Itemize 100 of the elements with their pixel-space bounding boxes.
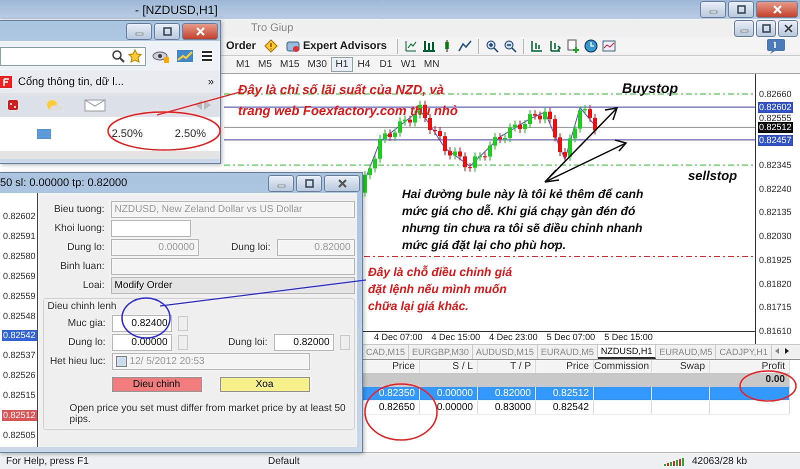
mail-icon[interactable] bbox=[84, 98, 106, 112]
price-label: 0.82559 bbox=[2, 290, 37, 302]
status-text: 42063/28 kb bbox=[691, 456, 748, 467]
menu-icon[interactable] bbox=[200, 49, 214, 63]
field-label: Khoi luong: bbox=[54, 222, 105, 234]
order-button[interactable]: Order bbox=[222, 38, 260, 55]
timeframe-button[interactable]: H1 bbox=[330, 57, 353, 72]
bookmark-icon[interactable] bbox=[0, 76, 12, 88]
column-header[interactable]: Swap bbox=[652, 360, 710, 373]
add-indicator-icon[interactable] bbox=[566, 39, 580, 54]
chart-tab[interactable]: NZDUSD,H1 bbox=[598, 345, 656, 359]
expiry-checkbox[interactable] bbox=[116, 356, 127, 366]
column-header[interactable]: T / P bbox=[478, 360, 536, 373]
column-header[interactable]: Profit bbox=[710, 360, 790, 373]
rate-value: 2.50% bbox=[174, 128, 206, 140]
column-header[interactable]: S / L bbox=[420, 360, 478, 373]
close-icon bbox=[338, 178, 346, 188]
table-cell: 0.00000 bbox=[420, 387, 478, 400]
dialog-title: 50 sl: 0.00000 tp: 0.82000 bbox=[0, 177, 128, 189]
autoscroll-icon[interactable] bbox=[548, 39, 562, 54]
field-label: Muc gia: bbox=[66, 318, 106, 328]
close-button[interactable] bbox=[324, 174, 360, 192]
maximize-button[interactable] bbox=[296, 174, 322, 192]
table-cell: 0.82512 bbox=[536, 387, 594, 400]
close-button[interactable] bbox=[756, 1, 798, 18]
order-type-select[interactable]: Modify Order bbox=[110, 276, 355, 294]
timeframe-button[interactable]: M5 bbox=[254, 57, 276, 72]
group-title: Dieu chinh lenh bbox=[48, 301, 116, 312]
field-label: Dung loi: bbox=[230, 242, 271, 252]
zoom-in-icon[interactable] bbox=[484, 39, 499, 54]
price-label: 0.82526 bbox=[2, 370, 37, 382]
timeframe-button[interactable]: W1 bbox=[396, 57, 420, 72]
price-label: 0.82135 bbox=[758, 207, 793, 218]
price-label: 0.82548 bbox=[2, 310, 37, 322]
expert-advisors-button[interactable]: Expert Advisors bbox=[282, 38, 391, 55]
field-label: Het hieu luc: bbox=[48, 356, 106, 366]
column-header[interactable]: Commission bbox=[594, 360, 652, 373]
close-button[interactable] bbox=[182, 22, 218, 40]
field-label: Dung lo: bbox=[67, 336, 106, 348]
template-icon[interactable] bbox=[602, 39, 616, 54]
bookmark-link[interactable]: Cổng thông tin, dữ l... bbox=[18, 76, 124, 88]
column-header[interactable]: Price bbox=[536, 360, 594, 373]
price-label: 0.82537 bbox=[2, 350, 37, 362]
modify-button[interactable]: Dieu chinh bbox=[112, 376, 202, 392]
price-label: 0.82240 bbox=[758, 184, 793, 195]
horizontal-scrollbar[interactable] bbox=[0, 151, 220, 159]
annotation-ellipse bbox=[739, 370, 797, 402]
price-label: 0.82660 bbox=[758, 89, 793, 100]
annotation-text: Buystop bbox=[622, 79, 679, 98]
price-label: 0.82505 bbox=[2, 430, 37, 441]
timeframe-button[interactable]: M1 bbox=[232, 57, 254, 72]
chart-icon[interactable] bbox=[176, 49, 194, 63]
close-icon bbox=[784, 24, 792, 33]
chart-shift-icon[interactable] bbox=[530, 39, 544, 54]
stop-loss-field[interactable]: 0.00000 bbox=[112, 334, 172, 350]
maximize-button[interactable] bbox=[728, 1, 754, 18]
search-icon[interactable] bbox=[111, 49, 125, 63]
profit-total: 0.00 bbox=[710, 373, 790, 386]
field-label: Dung loi: bbox=[227, 336, 268, 348]
delete-button[interactable]: Xoa bbox=[220, 376, 310, 392]
timeframe-button[interactable]: D1 bbox=[374, 57, 397, 72]
time-label: 5 Dec 07:00 bbox=[546, 332, 596, 344]
chart-lines-icon[interactable] bbox=[404, 39, 418, 54]
line-chart-icon[interactable] bbox=[458, 39, 472, 54]
card-icon bbox=[36, 128, 52, 140]
message-icon[interactable] bbox=[766, 38, 786, 54]
comment-field[interactable] bbox=[110, 258, 355, 274]
eye-icon[interactable] bbox=[152, 49, 170, 63]
zoom-out-icon[interactable] bbox=[502, 39, 517, 54]
table-cell: 0.82542 bbox=[536, 401, 594, 414]
clock-icon[interactable] bbox=[584, 39, 598, 54]
warning-icon[interactable] bbox=[264, 39, 278, 54]
price-field[interactable]: 0.82400 bbox=[112, 314, 172, 332]
time-label: 5 Dec 15:00 bbox=[604, 332, 653, 344]
star-icon[interactable] bbox=[128, 49, 142, 63]
price-label: 0.82515 bbox=[2, 390, 37, 402]
timeframe-button[interactable]: M15 bbox=[276, 57, 304, 72]
status-text: For Help, press F1 bbox=[5, 456, 90, 467]
restore-button[interactable] bbox=[756, 20, 776, 37]
close-button[interactable] bbox=[778, 20, 798, 37]
connection-bars-icon bbox=[664, 456, 686, 466]
timeframe-button[interactable]: H4 bbox=[352, 57, 375, 72]
maximize-icon bbox=[762, 24, 770, 33]
annotation-ellipse bbox=[121, 297, 171, 339]
price-label: 0.82512 bbox=[2, 410, 37, 422]
field-label: Binh luan: bbox=[59, 260, 105, 272]
price-label: 0.81820 bbox=[758, 278, 793, 290]
address-field[interactable] bbox=[0, 46, 146, 66]
close-icon bbox=[772, 5, 782, 14]
table-cell: 0.83000 bbox=[478, 401, 536, 414]
overflow-chevron[interactable]: » bbox=[208, 76, 214, 88]
price-label: 0.82591 bbox=[2, 230, 37, 242]
price-label: 0.82569 bbox=[2, 270, 37, 282]
timeframe-button[interactable]: M30 bbox=[303, 57, 331, 72]
bar-chart-icon[interactable] bbox=[422, 39, 436, 54]
maximize-icon bbox=[162, 26, 172, 36]
take-profit-field[interactable]: 0.82000 bbox=[274, 334, 334, 350]
field-label: Loai: bbox=[82, 280, 105, 290]
maximize-button[interactable] bbox=[154, 22, 180, 40]
timeframe-button[interactable]: MN bbox=[420, 57, 444, 72]
